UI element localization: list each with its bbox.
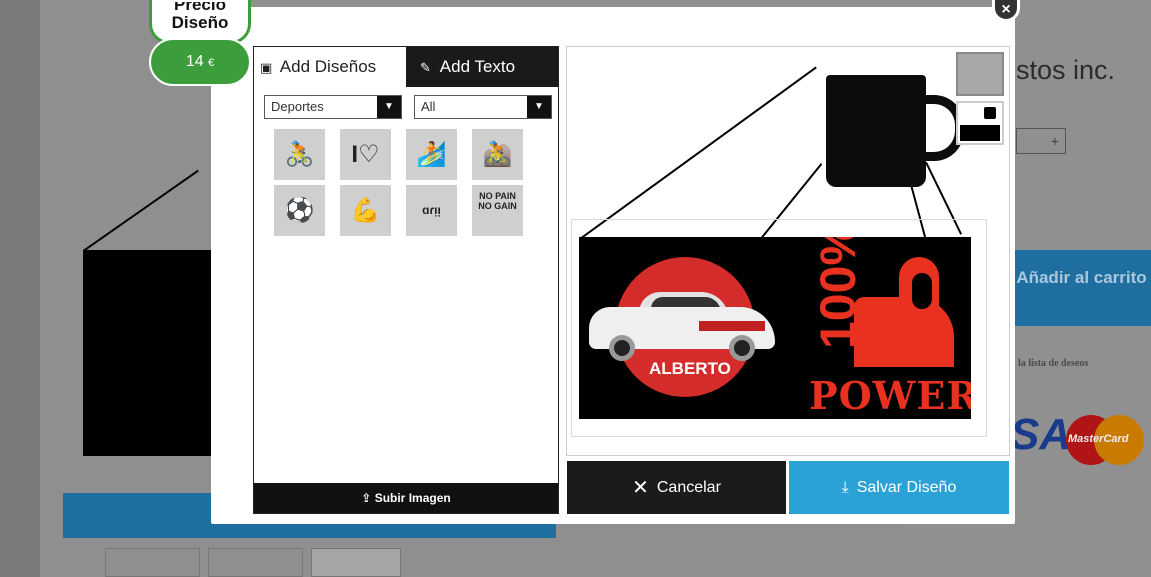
save-design-button[interactable]: ⤓ Salvar Diseño bbox=[789, 461, 1009, 514]
design-preview: ALBERTO 100% POWER bbox=[566, 46, 1010, 456]
car-wheel bbox=[729, 335, 755, 361]
upload-icon: ⇪ bbox=[361, 491, 372, 505]
design-cyclist[interactable]: 🚴 bbox=[274, 129, 325, 180]
chevron-down-icon: ▼ bbox=[377, 96, 401, 118]
wishlist-link[interactable]: la lista de deseos bbox=[1018, 358, 1088, 369]
price-badge: Precio Diseño 14 € bbox=[149, 0, 251, 87]
design-no-pain-no-gain[interactable]: NO PAIN NO GAIN bbox=[472, 185, 523, 236]
background-thumbnail[interactable] bbox=[311, 548, 401, 577]
design-evolution[interactable]: ɑɾᴉᴉ bbox=[406, 185, 457, 236]
panel-tabs: ▣ Add Diseños ✎ Add Texto bbox=[254, 47, 558, 87]
design-mountain-biker[interactable]: 🚵 bbox=[472, 129, 523, 180]
visa-logo: SA bbox=[1010, 410, 1072, 459]
background-thumbnail[interactable] bbox=[208, 548, 303, 577]
download-icon: ⤓ bbox=[841, 479, 849, 496]
background-thumbnail[interactable] bbox=[105, 548, 200, 577]
background-mug-preview bbox=[83, 250, 213, 456]
design-surfer[interactable]: 🏄 bbox=[406, 129, 457, 180]
power-text[interactable]: POWER bbox=[809, 373, 971, 418]
add-to-cart-button[interactable]: Añadir al carrito bbox=[1012, 250, 1151, 326]
chevron-down-icon: ▼ bbox=[527, 96, 551, 118]
background-left-margin bbox=[0, 0, 40, 577]
design-picker-panel: ▣ Add Diseños ✎ Add Texto Deportes ▼ All… bbox=[253, 46, 559, 514]
cancel-button[interactable]: ✕ Cancelar bbox=[567, 461, 786, 514]
print-area-canvas[interactable]: ALBERTO 100% POWER bbox=[579, 237, 971, 419]
category-select[interactable]: Deportes ▼ bbox=[264, 95, 402, 119]
design-i-love-soccer[interactable]: I♡ bbox=[340, 129, 391, 180]
price-amount: 14 € bbox=[149, 38, 251, 86]
design-soccer-player[interactable]: ⚽ bbox=[274, 185, 325, 236]
car-wheel bbox=[609, 335, 635, 361]
view-thumbnail-front[interactable] bbox=[956, 52, 1004, 96]
tab-add-text[interactable]: ✎ Add Texto bbox=[406, 47, 558, 87]
subcategory-select[interactable]: All ▼ bbox=[414, 95, 552, 119]
tab-add-designs[interactable]: ▣ Add Diseños bbox=[254, 47, 406, 87]
background-qty-stepper[interactable]: + bbox=[1016, 128, 1066, 154]
mastercard-logo: MasterCard bbox=[1066, 415, 1144, 465]
pencil-icon: ✎ bbox=[420, 60, 431, 75]
qty-plus-icon[interactable]: + bbox=[1051, 133, 1059, 149]
percent-text[interactable]: 100% bbox=[809, 237, 867, 349]
flexed-arm-graphic[interactable] bbox=[854, 257, 954, 367]
design-100-power[interactable]: 💪 bbox=[340, 185, 391, 236]
close-icon: ✕ bbox=[632, 477, 649, 499]
view-thumbnail-side[interactable] bbox=[956, 101, 1004, 145]
image-icon: ▣ bbox=[260, 60, 273, 75]
background-product-title: stos inc. bbox=[1016, 55, 1116, 85]
custom-name-text[interactable]: ALBERTO bbox=[649, 359, 731, 379]
mug-model bbox=[826, 75, 926, 187]
upload-image-button[interactable]: ⇪ Subir Imagen bbox=[254, 483, 558, 513]
